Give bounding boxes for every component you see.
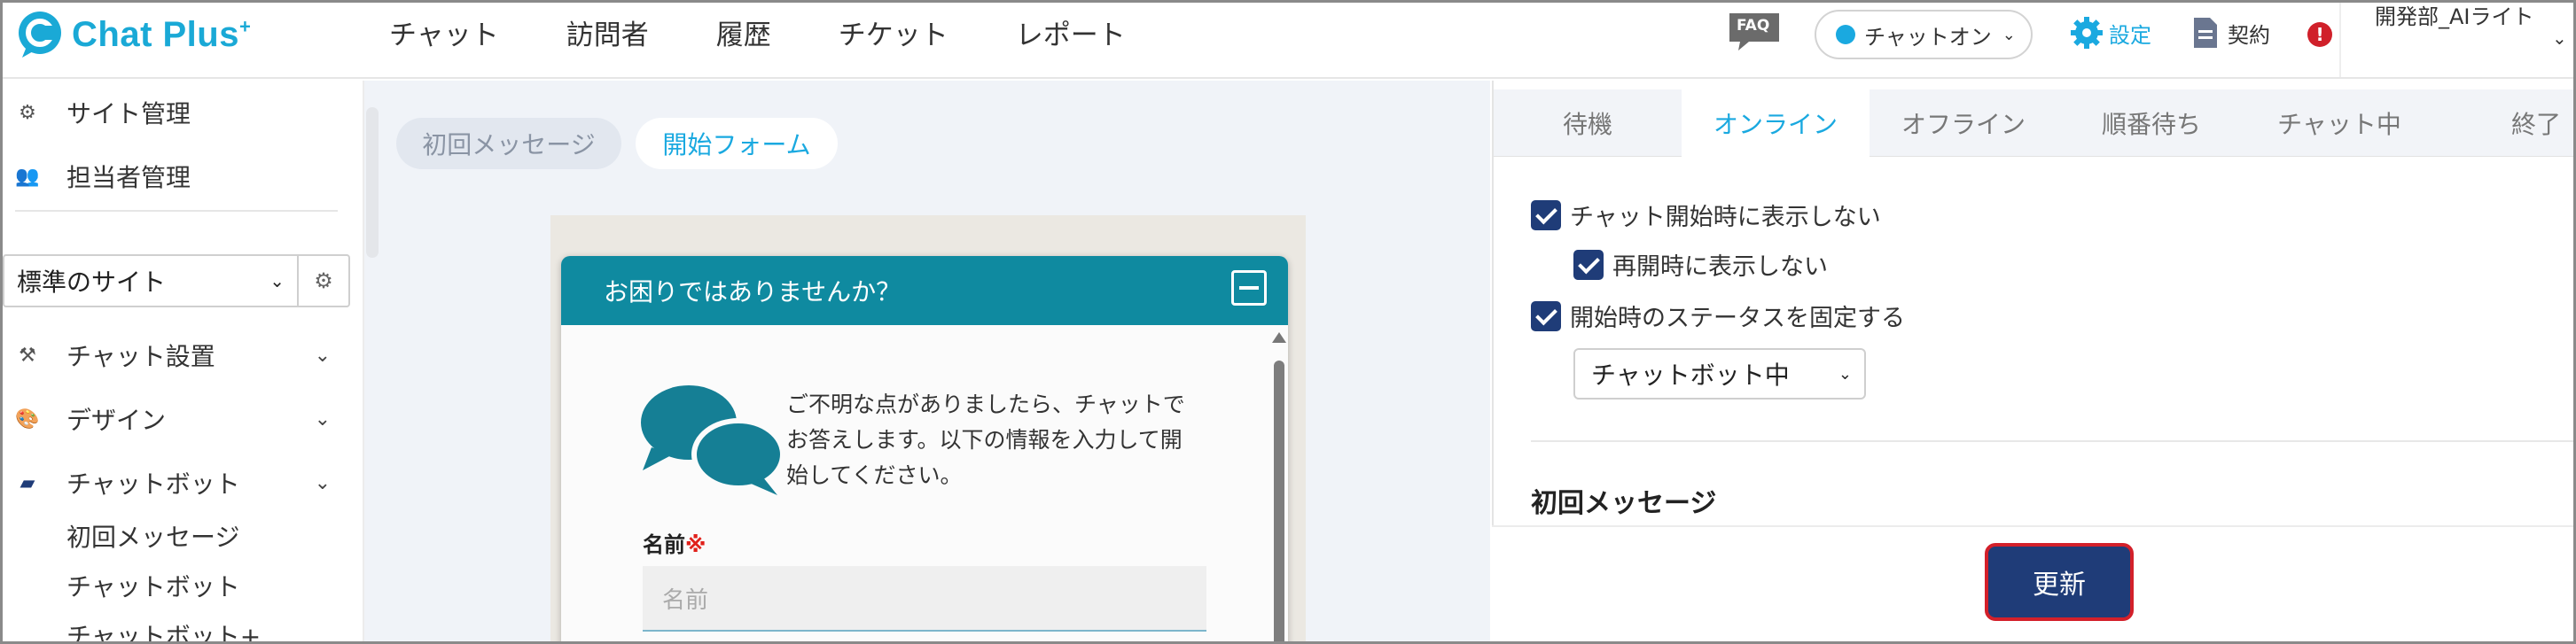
chat-bubble-logo-icon [19, 12, 61, 58]
status-select[interactable]: チャットボット中 ⌄ [1573, 348, 1866, 400]
sidebar-label: 担当者管理 [66, 163, 191, 192]
faq-button[interactable]: FAQ [1728, 12, 1781, 52]
contract-link[interactable]: 契約 [2192, 15, 2270, 50]
user-menu-name[interactable]: 開発部_AIライト [2375, 3, 2543, 31]
nav-visitors[interactable]: 訪問者 [566, 12, 649, 52]
tab-start-form[interactable]: 開始フォーム [636, 118, 838, 169]
chevron-down-icon: ⌄ [269, 270, 285, 291]
sidebar-item-chat-setup[interactable]: ⚒ チャット設置 ⌄ [15, 338, 352, 373]
status-dot-icon [1836, 25, 1855, 44]
alert-icon[interactable]: ! [2307, 22, 2332, 47]
chat-scrollbar[interactable] [1270, 325, 1288, 641]
logo-text: Chat Plus [72, 14, 239, 54]
contract-label: 契約 [2228, 22, 2270, 48]
sidebar-item-chatbot[interactable]: ▰ チャットボット ⌄ [15, 465, 352, 500]
section-title-first-message: 初回メッセージ [1531, 488, 1717, 519]
chat-intro-message: ご不明な点がありましたら、チャットでお答えします。以下の情報を入力して開始してく… [786, 392, 1185, 488]
scroll-thumb[interactable] [1274, 361, 1284, 641]
checkbox-label: 開始時のステータスを固定する [1570, 305, 1905, 332]
sidebar-sub-first-message[interactable]: 初回メッセージ [66, 518, 239, 554]
status-select-value: チャットボット中 [1591, 361, 1790, 390]
required-mark: ※ [685, 532, 706, 557]
tab-first-message[interactable]: 初回メッセージ [396, 118, 621, 169]
sidebar-divider [15, 210, 338, 212]
palette-icon: 🎨 [15, 407, 40, 431]
settings-link[interactable]: 設定 [2070, 15, 2151, 50]
chat-status-toggle[interactable]: チャットオン ⌄ [1815, 10, 2033, 59]
chevron-down-icon: ⌄ [314, 344, 331, 367]
sidebar-label: デザイン [66, 406, 167, 435]
section-divider [1531, 440, 2573, 442]
nav-reports[interactable]: レポート [1016, 12, 1126, 52]
main-nav: チャット 訪問者 履歴 チケット レポート [389, 3, 1193, 61]
faq-label: FAQ [1737, 17, 1770, 35]
nav-chat[interactable]: チャット [389, 12, 499, 52]
logo-plus: + [238, 15, 252, 38]
site-select-value: 標準のサイト [17, 268, 167, 297]
name-field-label: 名前※ [643, 527, 706, 558]
gear-small-icon: ⚙ [19, 101, 36, 124]
name-input[interactable]: 名前 [643, 566, 1206, 632]
name-label-text: 名前 [643, 532, 685, 557]
sidebar-label: チャットボット [66, 469, 240, 499]
tab-chatting[interactable]: チャット中 [2245, 89, 2433, 157]
gear-icon [2071, 17, 2103, 49]
checkbox-hide-on-resume[interactable]: 再開時に表示しない [1573, 247, 1828, 282]
checkbox-hide-on-start[interactable]: チャット開始時に表示しない [1531, 198, 1881, 232]
panel-scrollbar[interactable] [366, 107, 379, 258]
header-divider [2339, 3, 2341, 77]
nav-tickets[interactable]: チケット [839, 12, 948, 52]
checkbox-label: チャット開始時に表示しない [1570, 204, 1881, 231]
sidebar-item-site-admin[interactable]: ⚙ サイト管理 [15, 95, 191, 130]
chat-widget-preview: お困りではありませんか？ ご不明な点がありましたら、チャットでお答えします。以下… [561, 256, 1288, 641]
chevron-down-icon: ⌄ [314, 471, 331, 494]
tab-online[interactable]: オンライン [1682, 89, 1870, 159]
checkbox-checked-icon [1531, 300, 1561, 331]
top-header: Chat Plus+ チャット 訪問者 履歴 チケット レポート FAQ チャッ… [3, 3, 2573, 79]
sidebar-label: サイト管理 [66, 99, 191, 128]
tab-finished[interactable]: 終了 [2433, 89, 2573, 157]
document-icon [2194, 18, 2217, 48]
chatplus-logo[interactable]: Chat Plus+ [15, 10, 251, 59]
sidebar-sub-chatbot[interactable]: チャットボット [66, 568, 240, 603]
users-icon: 👥 [15, 165, 40, 188]
chat-icon: ▰ [20, 471, 35, 494]
sidebar-item-staff-admin[interactable]: 👥 担当者管理 [15, 159, 191, 194]
chat-widget-header: お困りではありませんか？ [561, 256, 1288, 325]
name-input-placeholder: 名前 [662, 586, 709, 614]
nav-history[interactable]: 履歴 [716, 12, 771, 52]
site-select[interactable]: 標準のサイト ⌄ [3, 254, 299, 307]
tab-waiting[interactable]: 待機 [1494, 89, 1682, 157]
app-window: Chat Plus+ チャット 訪問者 履歴 チケット レポート FAQ チャッ… [0, 0, 2576, 644]
checkbox-label: 再開時に表示しない [1612, 253, 1828, 281]
sidebar-item-design[interactable]: 🎨 デザイン ⌄ [15, 401, 352, 437]
scroll-up-arrow-icon[interactable] [1272, 332, 1286, 343]
speech-bubbles-icon [641, 385, 785, 495]
tab-offline[interactable]: オフライン [1870, 89, 2057, 157]
checkbox-checked-icon [1573, 249, 1604, 280]
tools-icon: ⚒ [19, 344, 36, 367]
tab-queue[interactable]: 順番待ち [2057, 89, 2245, 157]
sidebar: ⚙ サイト管理 👥 担当者管理 標準のサイト ⌄ ⚙ ⚒ チャット設置 ⌄ 🎨 … [3, 81, 364, 641]
chevron-down-icon: ⌄ [1838, 364, 1852, 384]
user-chevron-down-icon[interactable]: ⌄ [2552, 27, 2567, 49]
minimize-icon[interactable] [1231, 270, 1267, 306]
checkbox-fix-status[interactable]: 開始時のステータスを固定する [1531, 299, 1905, 333]
chat-widget-title: お困りではありませんか？ [604, 277, 902, 306]
sidebar-label: チャット設置 [66, 342, 215, 371]
chevron-down-icon: ⌄ [314, 407, 331, 431]
chat-widget-body: ご不明な点がありましたら、チャットでお答えします。以下の情報を入力して開始してく… [561, 325, 1288, 641]
settings-label: 設定 [2109, 22, 2151, 48]
chevron-down-icon: ⌄ [2002, 25, 2016, 44]
update-button[interactable]: 更新 [1985, 543, 2134, 621]
status-tabs: 待機 オンライン オフライン 順番待ち チャット中 終了 [1494, 89, 2573, 159]
status-label: チャットオン [1864, 24, 1992, 50]
checkbox-checked-icon [1531, 199, 1561, 230]
site-settings-gear-icon[interactable]: ⚙ [297, 254, 350, 307]
sidebar-sub-chatbot-plus[interactable]: チャットボット+ [66, 617, 261, 641]
